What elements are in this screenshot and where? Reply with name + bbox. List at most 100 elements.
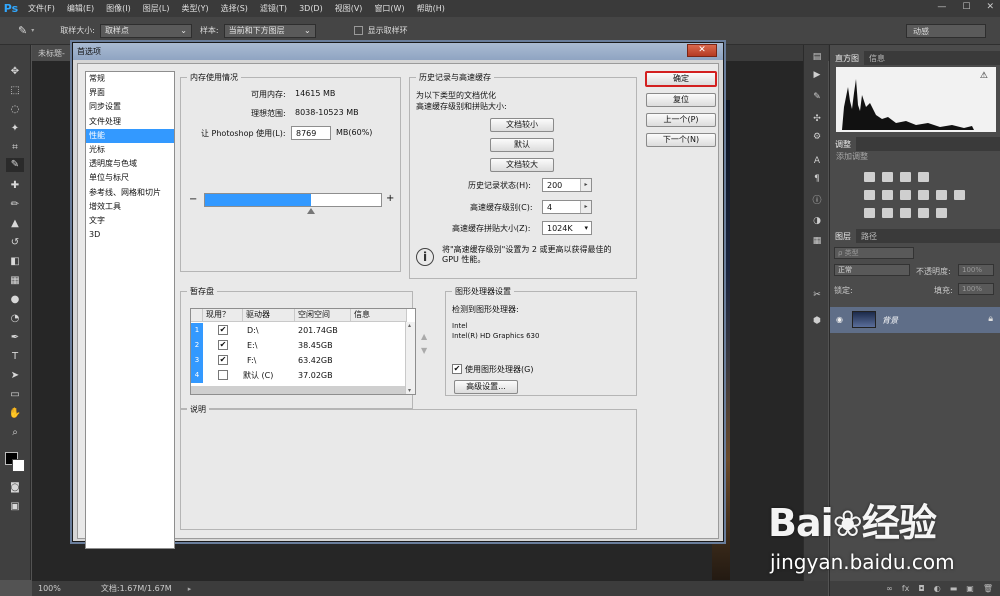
move-down-arrow-icon[interactable]: ▼ [421, 346, 427, 355]
clone-source-icon[interactable]: ⚙ [810, 131, 824, 143]
cache-levels-input[interactable]: 4 ▸ [542, 200, 592, 214]
healing-brush-icon[interactable]: ✚ [6, 179, 24, 193]
hand-tool-icon[interactable]: ✋ [6, 407, 24, 421]
tab-paths[interactable]: 路径 [856, 229, 882, 243]
fx-icon[interactable]: fx [902, 584, 910, 593]
memory-decrease-button[interactable]: − [189, 194, 197, 205]
use-gpu-label[interactable]: 使用图形处理器(G) [465, 364, 533, 375]
fill-field[interactable]: 100% [958, 283, 994, 295]
photo-filter-icon[interactable] [936, 190, 947, 200]
channel-mixer-icon[interactable] [954, 190, 965, 200]
mask-icon[interactable]: ◘ [918, 584, 924, 593]
eyedropper-icon[interactable]: ✎ [18, 24, 27, 37]
shape-tool-icon[interactable]: ▭ [6, 388, 24, 402]
levels-icon[interactable] [882, 172, 893, 182]
pen-tool-icon[interactable]: ✒ [6, 331, 24, 345]
blend-mode-select[interactable]: 正常 [834, 264, 910, 276]
tab-layers[interactable]: 图层 [830, 229, 856, 243]
gradient-map-icon[interactable] [918, 208, 929, 218]
memory-slider-track[interactable] [204, 193, 382, 214]
table-row[interactable]: 4 默认 (C) 37.02GB [191, 368, 407, 383]
gradient-tool-icon[interactable]: ▦ [6, 274, 24, 288]
stepper-arrow-icon[interactable]: ▸ [580, 201, 591, 213]
dodge-tool-icon[interactable]: ◔ [6, 312, 24, 326]
memory-slider-handle[interactable] [306, 208, 315, 214]
table-header-drive[interactable]: 驱动器 [243, 309, 295, 322]
close-window-icon[interactable]: ✕ [986, 2, 994, 12]
marquee-tool-icon[interactable]: ⬚ [6, 84, 24, 98]
layer-name[interactable]: 背景 [882, 315, 898, 326]
tool-presets-icon[interactable]: ✎ [810, 91, 824, 103]
table-row[interactable]: 3 ✔ F:\ 63.42GB [191, 353, 407, 368]
menu-view[interactable]: 视图(V) [329, 3, 369, 14]
big-flat-button[interactable]: 文档较大 [490, 158, 554, 172]
category-3d[interactable]: 3D [86, 228, 174, 242]
history-panel-icon[interactable]: ▤ [810, 51, 824, 63]
chevron-right-icon[interactable]: ▸ [188, 585, 192, 593]
screen-mode-icon[interactable]: ▣ [6, 500, 24, 514]
move-tool-icon[interactable]: ✥ [6, 65, 24, 79]
tall-thin-button[interactable]: 文档较小 [490, 118, 554, 132]
menu-edit[interactable]: 编辑(E) [61, 3, 100, 14]
eye-icon[interactable]: ◉ [836, 315, 843, 324]
tab-histogram[interactable]: 直方图 [830, 51, 864, 65]
type-tool-icon[interactable]: T [6, 350, 24, 364]
sample-layers-select[interactable]: 当前和下方图层 ⌄ [223, 23, 316, 38]
character-panel-icon[interactable]: A [810, 155, 824, 167]
reset-button[interactable]: 复位 [646, 93, 716, 107]
trash-icon[interactable]: 🗑 [983, 584, 993, 593]
paragraph-panel-icon[interactable]: ¶ [810, 173, 824, 185]
menu-help[interactable]: 帮助(H) [411, 3, 451, 14]
advanced-settings-button[interactable]: 高级设置... [454, 380, 518, 394]
hue-sat-icon[interactable] [882, 190, 893, 200]
table-header-free[interactable]: 空闲空间 [295, 309, 351, 322]
show-ring-checkbox[interactable] [353, 26, 363, 35]
exposure-icon[interactable] [918, 172, 929, 182]
eraser-tool-icon[interactable]: ◧ [6, 255, 24, 269]
color-balance-icon[interactable] [900, 190, 911, 200]
selective-color-icon[interactable] [936, 208, 947, 218]
active-checkbox[interactable] [218, 370, 228, 380]
close-icon[interactable]: ✕ [687, 44, 717, 57]
workspace-select[interactable]: 动感 [906, 24, 986, 38]
3d-panel-icon[interactable]: ⬢ [810, 315, 824, 327]
doc-info[interactable]: 文档:1.67M/1.67M [101, 583, 172, 594]
scroll-down-icon[interactable]: ▾ [408, 387, 411, 394]
layer-filter-select[interactable]: ρ 类型 [834, 247, 914, 259]
history-brush-icon[interactable]: ↺ [6, 236, 24, 250]
stepper-arrow-icon[interactable]: ▸ [580, 179, 591, 191]
category-guides-grid[interactable]: 参考线、网格和切片 [86, 186, 174, 200]
curves-icon[interactable] [900, 172, 911, 182]
memory-input[interactable]: 8769 [291, 126, 331, 140]
menu-window[interactable]: 窗口(W) [368, 3, 410, 14]
link-icon[interactable]: ∞ [886, 584, 893, 593]
menu-select[interactable]: 选择(S) [215, 3, 254, 14]
move-up-arrow-icon[interactable]: ▲ [421, 332, 427, 341]
next-button[interactable]: 下一个(N) [646, 133, 716, 147]
table-row[interactable]: 1 ✔ D:\ 201.74GB [191, 323, 407, 338]
actions-panel-icon[interactable]: ▶ [810, 69, 824, 81]
invert-icon[interactable] [864, 208, 875, 218]
color-panel-icon[interactable]: ◑ [810, 215, 824, 227]
scroll-up-icon[interactable]: ▴ [408, 322, 411, 329]
category-plugins[interactable]: 增效工具 [86, 200, 174, 214]
black-white-icon[interactable] [918, 190, 929, 200]
active-checkbox[interactable]: ✔ [218, 325, 228, 335]
zoom-tool-icon[interactable]: ⌕ [6, 426, 24, 440]
default-button[interactable]: 默认 [490, 138, 554, 152]
tools-panel-icon[interactable]: ✂ [810, 289, 824, 301]
eyedropper-tool-icon[interactable]: ✎ [6, 158, 24, 172]
layer-row-background[interactable]: ◉ 背景 🔒︎ [830, 307, 1000, 333]
menu-layer[interactable]: 图层(L) [137, 3, 176, 14]
threshold-icon[interactable] [900, 208, 911, 218]
document-tab[interactable]: 未标题- [32, 45, 71, 61]
posterize-icon[interactable] [882, 208, 893, 218]
quick-mask-icon[interactable]: ◙ [6, 481, 24, 495]
lock-icon[interactable]: 🔒︎ [988, 314, 993, 324]
path-select-icon[interactable]: ➤ [6, 369, 24, 383]
opacity-field[interactable]: 100% [958, 264, 994, 276]
table-header-active[interactable]: 现用？ [203, 309, 243, 322]
new-layer-icon[interactable]: ▣ [966, 584, 974, 593]
swatches-panel-icon[interactable]: ▦ [810, 235, 824, 247]
menu-image[interactable]: 图像(I) [100, 3, 137, 14]
